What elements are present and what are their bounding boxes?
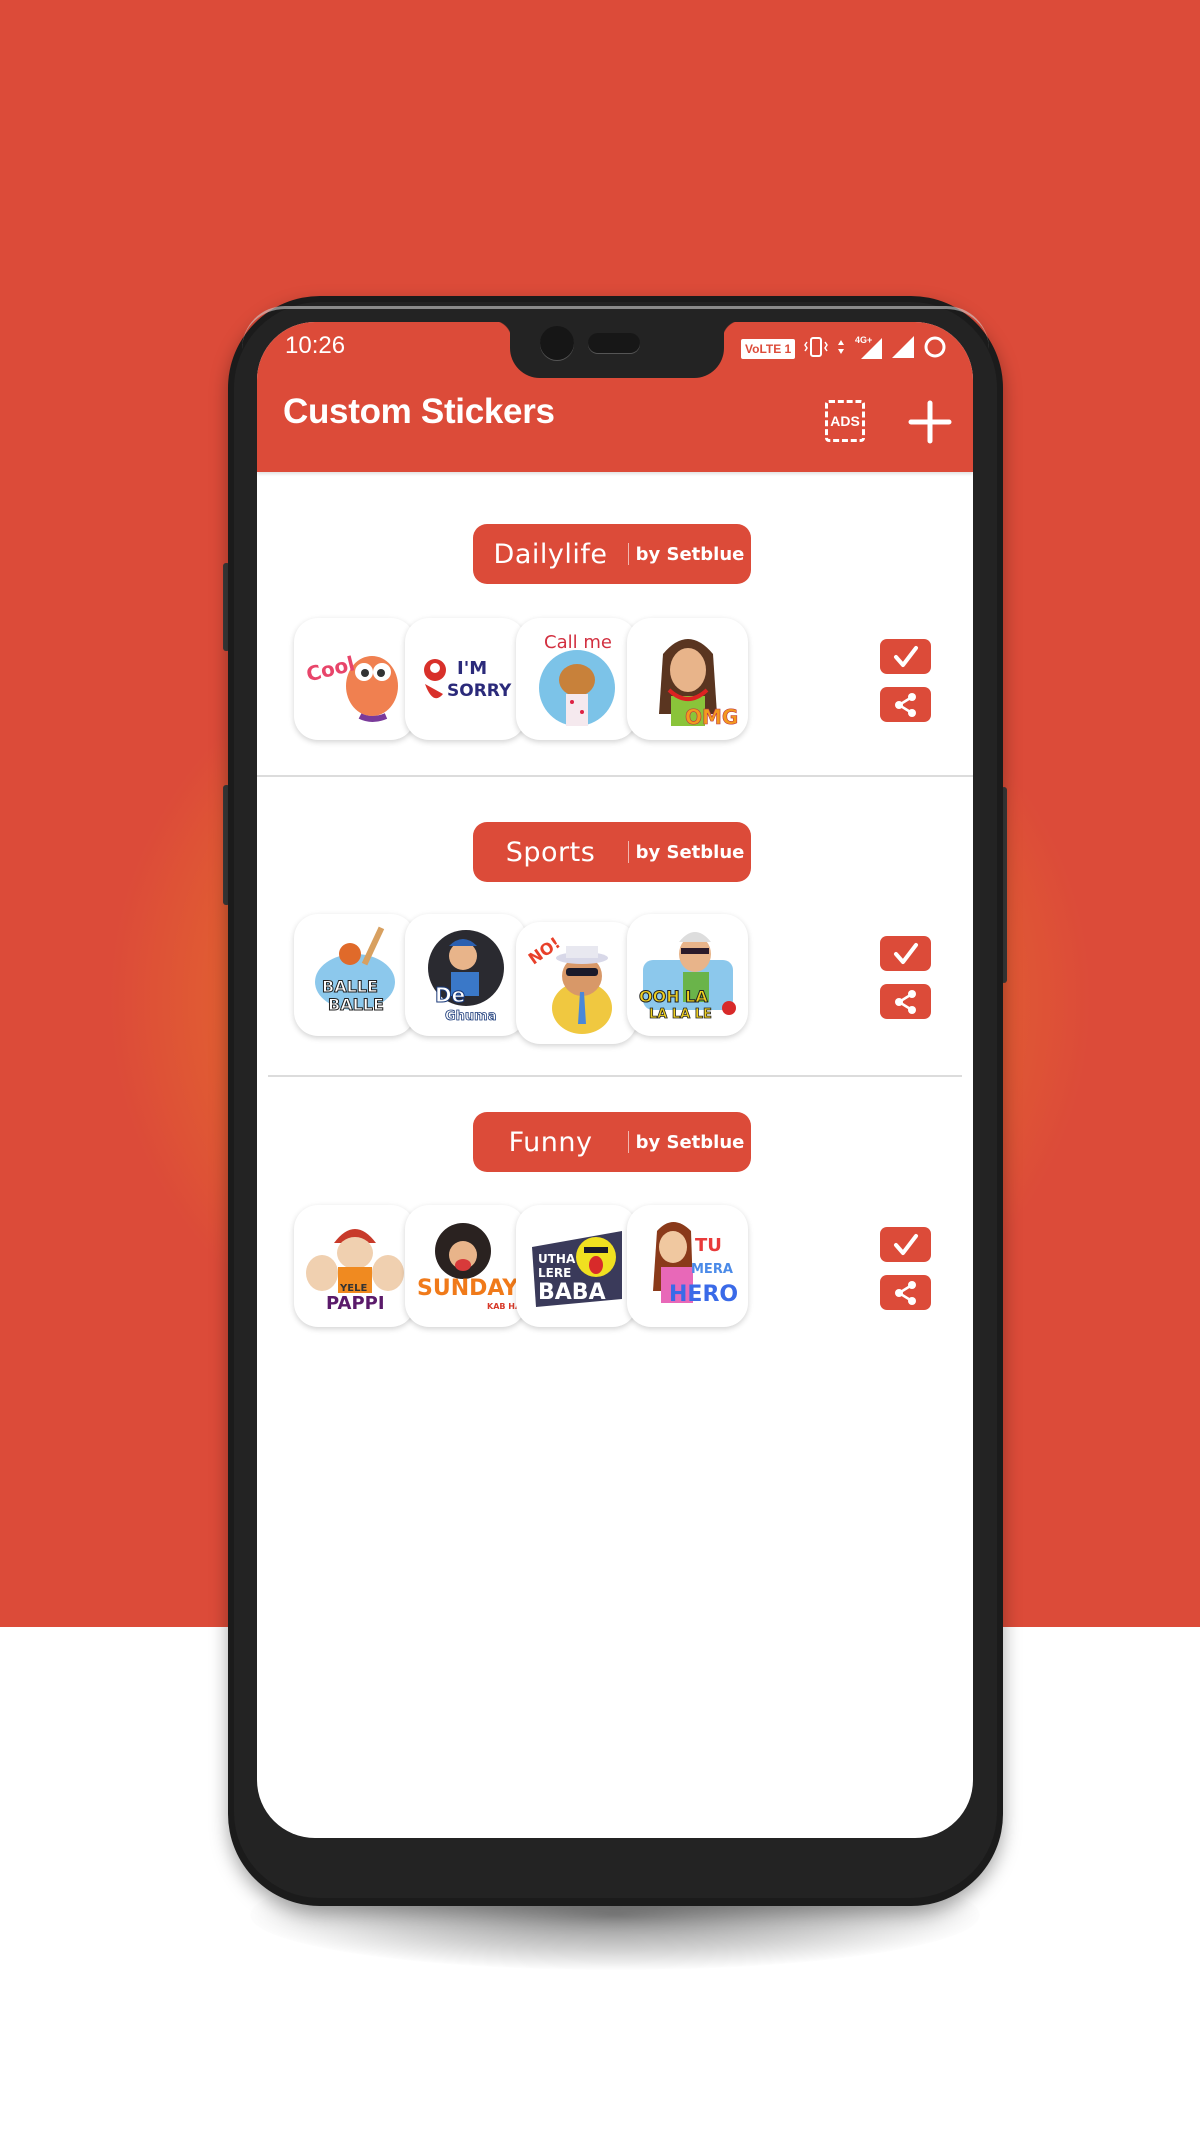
app-title: Custom Stickers bbox=[283, 392, 555, 431]
sticker-de-ghuma-ke[interactable]: De Ghuma bbox=[405, 914, 526, 1036]
pack-author: by Setblue bbox=[635, 1131, 745, 1153]
sticker-yele-pappi[interactable]: YELE PAPPI bbox=[294, 1205, 415, 1327]
cat-sticker-icon: Cool bbox=[303, 651, 398, 722]
sticker-tu-mera-hero[interactable]: TU MERA HERO bbox=[627, 1205, 748, 1327]
share-pack-button[interactable] bbox=[880, 687, 931, 722]
woman-hero-sticker-icon: TU MERA HERO bbox=[652, 1222, 738, 1307]
svg-text:BABA: BABA bbox=[538, 1280, 606, 1305]
angry-man-sticker-icon: SUNDAYKAB HAI bbox=[417, 1223, 521, 1311]
phone-screen: 10:26 VoLTE 1 4G+ Custom Stickers ADS Da… bbox=[257, 322, 973, 1838]
bear-phone-sticker-icon: Call me bbox=[538, 632, 615, 726]
sticker-im-sorry[interactable]: I'M SORRY bbox=[405, 618, 526, 740]
add-to-whatsapp-button[interactable] bbox=[880, 639, 931, 674]
vibrate-icon bbox=[803, 335, 829, 363]
add-pack-button[interactable] bbox=[907, 400, 953, 444]
svg-text:BALLE: BALLE bbox=[322, 977, 378, 996]
plus-icon bbox=[908, 400, 952, 444]
svg-text:Ghuma: Ghuma bbox=[445, 1009, 497, 1024]
svg-text:LA LA LE: LA LA LE bbox=[649, 1007, 712, 1022]
battery-ring-icon bbox=[923, 335, 947, 363]
share-pack-button[interactable] bbox=[880, 1275, 931, 1310]
svg-text:Call me: Call me bbox=[544, 632, 612, 653]
add-to-whatsapp-button[interactable] bbox=[880, 936, 931, 971]
svg-text:TU: TU bbox=[695, 1235, 722, 1256]
fan-sticker-icon: OOH LALA LA LE bbox=[638, 932, 736, 1022]
data-arrows-icon bbox=[837, 339, 845, 359]
app-bar: 10:26 VoLTE 1 4G+ Custom Stickers ADS bbox=[257, 322, 973, 472]
pack-header-sports[interactable]: Sports by Setblue bbox=[473, 822, 751, 882]
check-icon bbox=[893, 1233, 918, 1255]
svg-text:BALLE: BALLE bbox=[328, 995, 384, 1014]
svg-text:4G+: 4G+ bbox=[855, 335, 872, 345]
pack-author: by Setblue bbox=[635, 841, 745, 863]
share-icon bbox=[894, 989, 916, 1014]
pack-name: Funny bbox=[508, 1126, 593, 1158]
svg-text:LERE: LERE bbox=[538, 1266, 571, 1280]
check-icon bbox=[893, 942, 918, 964]
section-divider bbox=[268, 1075, 962, 1077]
woman-omg-sticker-icon: OMG bbox=[658, 639, 738, 729]
svg-text:OMG: OMG bbox=[685, 705, 738, 729]
remove-ads-button[interactable]: ADS bbox=[825, 400, 865, 442]
svg-text:HERO: HERO bbox=[669, 1282, 738, 1307]
signal-4g-icon: 4G+ bbox=[853, 334, 883, 364]
pack-name: Dailylife bbox=[493, 538, 608, 570]
sticker-no[interactable]: NO! bbox=[516, 922, 637, 1044]
status-icons: VoLTE 1 4G+ bbox=[741, 334, 947, 364]
svg-text:NO!: NO! bbox=[524, 933, 563, 968]
share-pack-button[interactable] bbox=[880, 984, 931, 1019]
sticker-call-me[interactable]: Call me bbox=[516, 618, 637, 740]
sticker-omg[interactable]: OMG bbox=[627, 618, 748, 740]
svg-text:SORRY: SORRY bbox=[447, 681, 512, 701]
display-notch bbox=[492, 322, 742, 378]
pack-header-dailylife[interactable]: Dailylife by Setblue bbox=[473, 524, 751, 584]
section-divider bbox=[257, 775, 973, 777]
sikh-man-sticker-icon: YELEPAPPI bbox=[305, 1229, 404, 1314]
status-time: 10:26 bbox=[285, 332, 346, 359]
sticker-cool[interactable]: Cool bbox=[294, 618, 415, 740]
pack-name: Sports bbox=[505, 836, 596, 868]
svg-text:OOH LA: OOH LA bbox=[639, 987, 708, 1006]
svg-text:SUNDAY: SUNDAY bbox=[417, 1276, 519, 1301]
earpiece-speaker bbox=[588, 333, 640, 353]
crying-emoji-sticker-icon: UTHALEREBABA bbox=[531, 1231, 622, 1307]
share-icon bbox=[894, 692, 916, 717]
umpire-sticker-icon: NO! bbox=[524, 933, 612, 1034]
svg-text:MERA: MERA bbox=[691, 1262, 733, 1277]
front-camera bbox=[540, 326, 574, 360]
volte-icon: VoLTE 1 bbox=[741, 339, 796, 359]
signal-icon bbox=[891, 335, 915, 363]
sticker-ooh-la-la[interactable]: OOH LA LA LA LE bbox=[627, 914, 748, 1036]
add-to-whatsapp-button[interactable] bbox=[880, 1227, 931, 1262]
check-icon bbox=[893, 645, 918, 667]
svg-text:De: De bbox=[435, 983, 465, 1007]
bee-sticker-icon: I'MSORRY bbox=[423, 658, 512, 701]
share-icon bbox=[894, 1280, 916, 1305]
pack-author: by Setblue bbox=[635, 543, 745, 565]
sticker-utha-lere-baba[interactable]: UTHA LERE BABA bbox=[516, 1205, 637, 1327]
sticker-sunday-kab-hai[interactable]: SUNDAY KAB HAI bbox=[405, 1205, 526, 1327]
svg-text:PAPPI: PAPPI bbox=[326, 1293, 385, 1314]
svg-text:UTHA: UTHA bbox=[538, 1252, 576, 1266]
batsman-sticker-icon: De Ghuma bbox=[427, 930, 504, 1024]
pack-header-funny[interactable]: Funny by Setblue bbox=[473, 1112, 751, 1172]
sticker-balle-balle[interactable]: BALLE BALLE bbox=[294, 914, 415, 1036]
cricketer-dance-sticker-icon: BALLEBALLE bbox=[314, 926, 395, 1015]
svg-text:I'M: I'M bbox=[457, 658, 487, 679]
